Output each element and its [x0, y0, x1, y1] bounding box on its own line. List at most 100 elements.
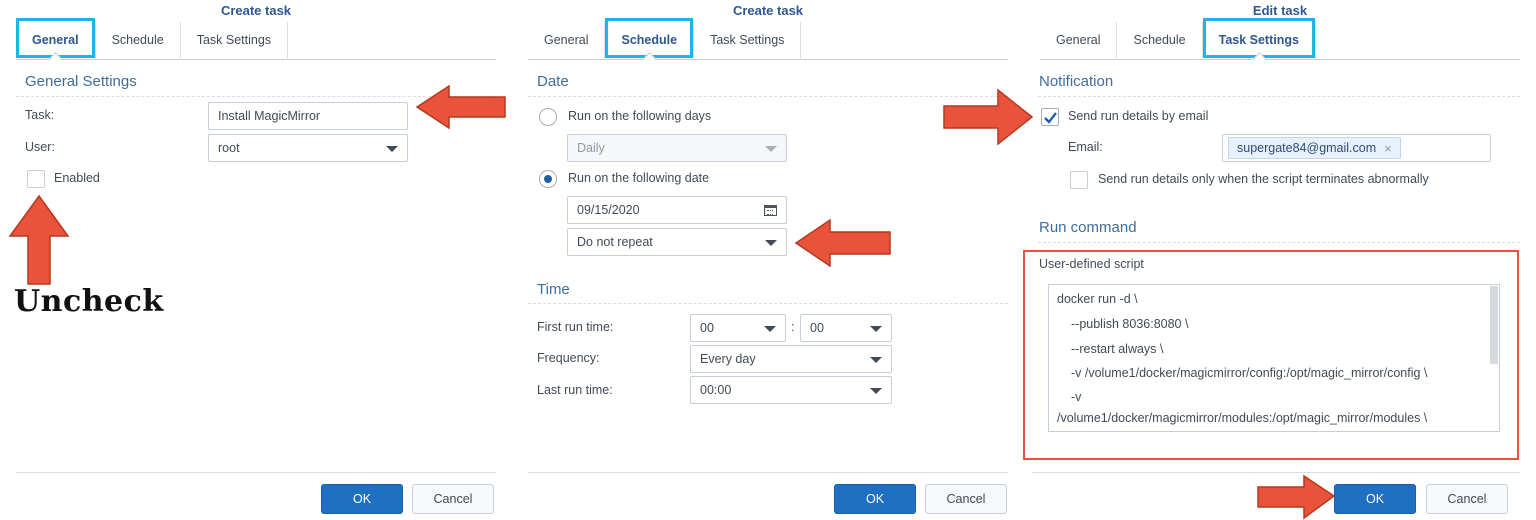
- send-email-checkbox[interactable]: [1041, 108, 1059, 126]
- tab-divider: [528, 59, 1008, 60]
- window-title: Create task: [732, 3, 804, 18]
- chevron-down-icon: [386, 146, 398, 152]
- user-label: User:: [25, 140, 55, 154]
- arrow-annotation-icon: [8, 194, 70, 285]
- ok-button[interactable]: OK: [1334, 484, 1416, 514]
- footer-divider: [528, 472, 1008, 473]
- arrow-annotation-icon: [415, 84, 506, 130]
- create-task-schedule-panel: Create task General Schedule Task Settin…: [512, 0, 1024, 520]
- task-name-value: Install MagicMirror: [218, 109, 321, 123]
- script-line: -v /volume1/docker/magicmirror/config:/o…: [1071, 366, 1428, 380]
- chevron-down-icon: [870, 326, 882, 332]
- script-line: /volume1/docker/magicmirror/modules:/opt…: [1057, 411, 1428, 425]
- section-divider: [1038, 242, 1520, 243]
- task-label: Task:: [25, 108, 55, 122]
- email-tag[interactable]: supergate84@gmail.com ×: [1228, 137, 1401, 159]
- calendar-icon[interactable]: [764, 205, 777, 216]
- abnormal-only-label: Send run details only when the script te…: [1098, 172, 1429, 186]
- date-input[interactable]: 09/15/2020: [567, 196, 787, 224]
- section-divider: [528, 96, 1008, 97]
- repeat-select-value: Do not repeat: [577, 235, 653, 249]
- window-title: Edit task: [1252, 3, 1308, 18]
- last-run-select-value: 00:00: [700, 383, 732, 397]
- create-task-general-panel: Create task General Schedule Task Settin…: [0, 0, 512, 520]
- repeat-select[interactable]: Do not repeat: [567, 228, 787, 256]
- section-title-date: Date: [537, 73, 569, 90]
- user-select-value: root: [218, 141, 240, 155]
- chevron-down-icon: [764, 326, 776, 332]
- frequency-select-value: Every day: [700, 352, 756, 366]
- script-line: --publish 8036:8080 \: [1071, 317, 1189, 331]
- section-title-run-command: Run command: [1039, 219, 1137, 236]
- first-run-minute-value: 00: [810, 321, 824, 335]
- days-select-value: Daily: [577, 141, 605, 155]
- checkmark-icon: [1044, 112, 1057, 124]
- cancel-button[interactable]: Cancel: [412, 484, 494, 514]
- tab-bar: General Schedule Task Settings: [528, 18, 802, 58]
- script-textarea[interactable]: [1048, 284, 1500, 432]
- date-value: 09/15/2020: [577, 203, 640, 217]
- tab-general[interactable]: General: [1040, 22, 1118, 58]
- enabled-label: Enabled: [54, 171, 100, 185]
- tab-schedule[interactable]: Schedule: [1117, 22, 1203, 58]
- enabled-checkbox[interactable]: [27, 170, 45, 188]
- task-name-input[interactable]: Install MagicMirror: [208, 102, 408, 130]
- last-run-label: Last run time:: [537, 383, 613, 397]
- tab-schedule[interactable]: Schedule: [96, 22, 181, 58]
- close-icon[interactable]: ×: [1384, 141, 1392, 156]
- arrow-annotation-icon: [794, 218, 891, 268]
- tab-task-settings[interactable]: Task Settings: [694, 22, 802, 58]
- chevron-down-icon: [870, 388, 882, 394]
- footer-divider: [16, 472, 496, 473]
- run-days-radio[interactable]: [539, 108, 557, 126]
- time-separator: :: [791, 320, 795, 334]
- script-line: docker run -d \: [1057, 292, 1138, 306]
- abnormal-only-checkbox[interactable]: [1070, 171, 1088, 189]
- tab-general[interactable]: General: [528, 22, 606, 58]
- section-title-notification: Notification: [1039, 73, 1114, 90]
- tab-bar: General Schedule Task Settings: [1040, 18, 1316, 58]
- tab-schedule[interactable]: Schedule: [605, 18, 695, 58]
- frequency-label: Frequency:: [537, 351, 600, 365]
- script-scrollbar[interactable]: [1490, 286, 1498, 364]
- tab-task-settings[interactable]: Task Settings: [181, 22, 289, 58]
- uncheck-annotation: Uncheck: [14, 284, 164, 319]
- user-select[interactable]: root: [208, 134, 408, 162]
- first-run-hour-select[interactable]: 00: [690, 314, 786, 342]
- section-title-general-settings: General Settings: [25, 73, 137, 90]
- tab-divider: [1040, 59, 1520, 60]
- run-date-label: Run on the following date: [568, 171, 710, 185]
- email-label: Email:: [1068, 140, 1103, 154]
- section-title-time: Time: [537, 281, 570, 298]
- arrow-annotation-icon: [1257, 474, 1336, 520]
- tab-bar: General Schedule Task Settings: [16, 18, 289, 58]
- days-select[interactable]: Daily: [567, 134, 787, 162]
- chevron-down-icon: [765, 240, 777, 246]
- first-run-hour-value: 00: [700, 321, 714, 335]
- script-line: -v: [1071, 390, 1082, 404]
- script-line: --restart always \: [1071, 342, 1164, 356]
- script-label: User-defined script: [1039, 257, 1144, 271]
- ok-button[interactable]: OK: [834, 484, 916, 514]
- first-run-minute-select[interactable]: 00: [800, 314, 892, 342]
- tab-divider: [16, 59, 496, 60]
- ok-button[interactable]: OK: [321, 484, 403, 514]
- cancel-button[interactable]: Cancel: [925, 484, 1007, 514]
- last-run-select[interactable]: 00:00: [690, 376, 892, 404]
- chevron-down-icon: [765, 146, 777, 152]
- email-tag-value: supergate84@gmail.com: [1237, 141, 1377, 155]
- section-divider: [528, 303, 1008, 304]
- frequency-select[interactable]: Every day: [690, 345, 892, 373]
- arrow-annotation-icon: [943, 88, 1034, 146]
- run-days-label: Run on the following days: [568, 109, 712, 123]
- chevron-down-icon: [870, 357, 882, 363]
- cancel-button[interactable]: Cancel: [1426, 484, 1508, 514]
- section-divider: [1038, 96, 1520, 97]
- run-date-radio[interactable]: [539, 170, 557, 188]
- tab-general[interactable]: General: [16, 18, 96, 58]
- footer-divider: [1032, 472, 1520, 473]
- first-run-label: First run time:: [537, 320, 614, 334]
- tab-task-settings[interactable]: Task Settings: [1202, 18, 1316, 58]
- send-email-label: Send run details by email: [1068, 109, 1209, 123]
- window-title: Create task: [220, 3, 292, 18]
